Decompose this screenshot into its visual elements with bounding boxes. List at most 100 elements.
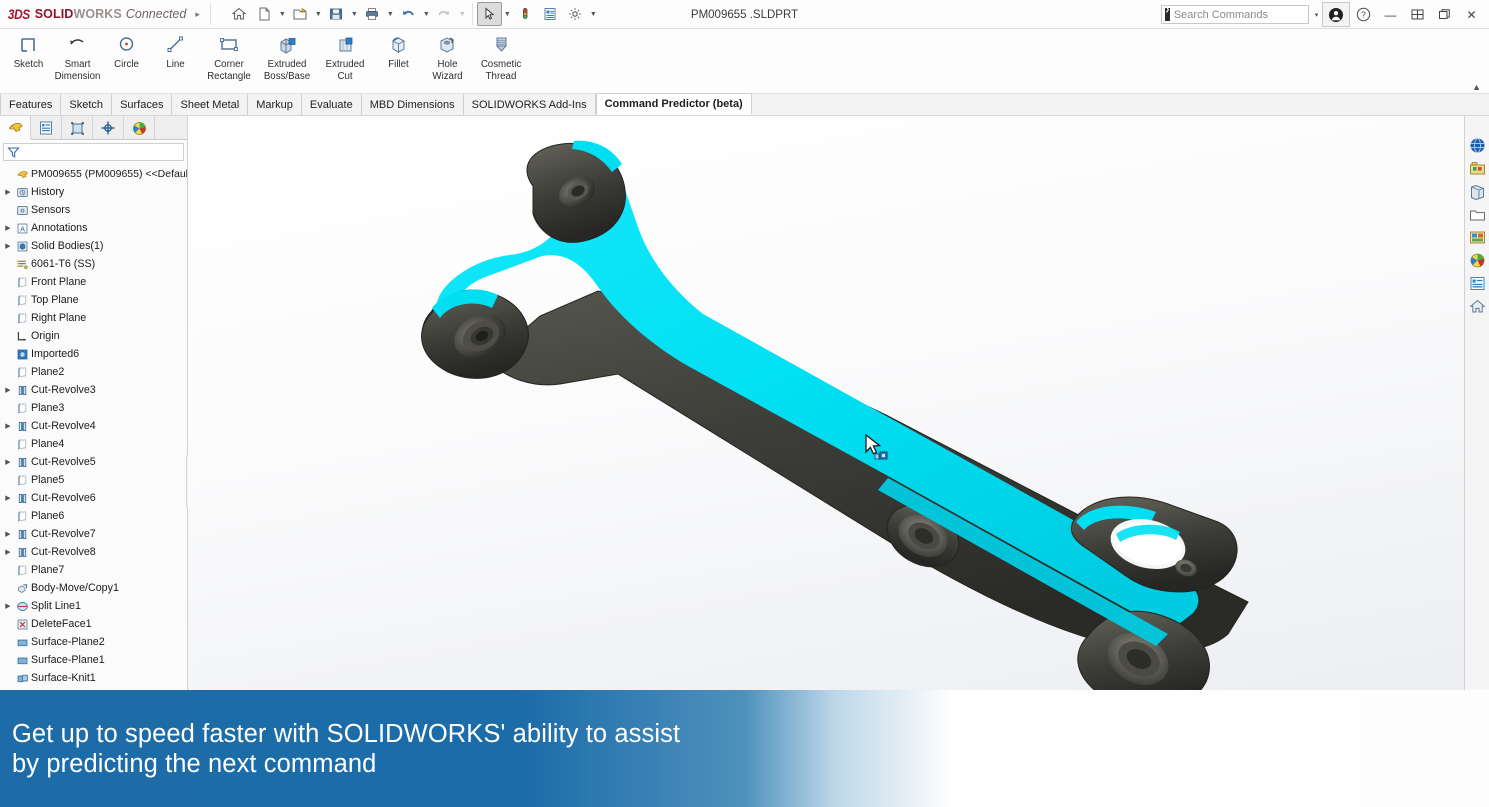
home-task-icon[interactable] <box>1466 296 1488 317</box>
options-caret[interactable]: ▼ <box>588 11 599 18</box>
tree-item-body-move-copy1[interactable]: Body-Move/Copy1 <box>2 579 187 597</box>
part-model-3d[interactable] <box>188 116 1464 691</box>
tree-item-cut-revolve4[interactable]: ▶ Cut-Revolve4 <box>2 417 187 435</box>
tree-item-surface-plane2[interactable]: Surface-Plane2 <box>2 633 187 651</box>
line-button[interactable]: Line <box>151 29 200 89</box>
tree-item-sensors[interactable]: Sensors <box>2 201 187 219</box>
file-properties-icon[interactable] <box>538 2 563 26</box>
help-icon[interactable]: ? <box>1350 0 1377 29</box>
apply-scene-icon[interactable] <box>906 116 926 117</box>
edit-appearance-icon[interactable] <box>885 116 905 117</box>
tab-markup[interactable]: Markup <box>248 94 302 115</box>
display-style-icon[interactable] <box>823 116 843 117</box>
save-icon[interactable] <box>324 2 349 26</box>
expand-arrow-icon[interactable]: ▶ <box>2 188 14 196</box>
open-document-icon[interactable] <box>288 2 313 26</box>
tab-mbd-dimensions[interactable]: MBD Dimensions <box>361 94 464 115</box>
account-avatar[interactable] <box>1322 2 1350 27</box>
smart-dimension-button[interactable]: Smart Dimension <box>53 29 102 89</box>
view-orientation-icon[interactable] <box>792 116 812 117</box>
tree-filter-input[interactable] <box>20 146 180 158</box>
expand-arrow-icon[interactable]: ▶ <box>2 242 14 250</box>
tree-item-split-line1[interactable]: ▶ Split Line1 <box>2 597 187 615</box>
tree-item-plane3[interactable]: Plane3 <box>2 399 187 417</box>
search-dropdown-caret[interactable]: ▾ <box>1311 11 1322 19</box>
tree-item-plane6[interactable]: Plane6 <box>2 507 187 525</box>
custom-properties-icon[interactable] <box>1466 250 1488 271</box>
tree-filter-box[interactable] <box>3 143 184 161</box>
tree-item-annotations[interactable]: ▶ A Annotations <box>2 219 187 237</box>
tree-item-right-plane[interactable]: Right Plane <box>2 309 187 327</box>
expand-arrow-icon[interactable]: ▶ <box>2 386 14 394</box>
extruded-cut-button[interactable]: Extruded Cut <box>316 29 374 89</box>
circle-button[interactable]: Circle <box>102 29 151 89</box>
save-caret[interactable]: ▼ <box>349 11 360 18</box>
sketch-button[interactable]: Sketch <box>4 29 53 89</box>
tree-item-6061-t6-ss[interactable]: 6061-T6 (SS) <box>2 255 187 273</box>
tree-item-surface-plane1[interactable]: Surface-Plane1 <box>2 651 187 669</box>
tree-item-front-plane[interactable]: Front Plane <box>2 273 187 291</box>
undo-icon[interactable] <box>396 2 421 26</box>
close-button[interactable]: ✕ <box>1458 0 1485 29</box>
tree-item-origin[interactable]: Origin <box>2 327 187 345</box>
tree-item-plane7[interactable]: Plane7 <box>2 561 187 579</box>
zoom-to-area-icon[interactable] <box>729 116 749 117</box>
file-explorer-icon[interactable] <box>1466 181 1488 202</box>
select-icon[interactable] <box>476 2 502 26</box>
tree-item-history[interactable]: ▶ History <box>2 183 187 201</box>
zoom-to-fit-icon[interactable] <box>708 116 728 117</box>
new-document-caret[interactable]: ▼ <box>277 11 288 18</box>
tree-item-top-plane[interactable]: Top Plane <box>2 291 187 309</box>
tree-item-cut-revolve6[interactable]: ▶ Cut-Revolve6 <box>2 489 187 507</box>
expand-arrow-icon[interactable]: ▶ <box>2 422 14 430</box>
expand-arrow-icon[interactable]: ▶ <box>2 458 14 466</box>
expand-arrow-icon[interactable]: ▶ <box>2 548 14 556</box>
tree-item-deleteface1[interactable]: DeleteFace1 <box>2 615 187 633</box>
restore-button[interactable] <box>1431 0 1458 29</box>
print-icon[interactable] <box>360 2 385 26</box>
tree-item-plane2[interactable]: Plane2 <box>2 363 187 381</box>
search-input[interactable] <box>1173 8 1316 21</box>
display-manager-tab[interactable] <box>124 116 155 140</box>
options-gear-icon[interactable] <box>563 2 588 26</box>
previous-view-icon[interactable] <box>750 116 770 117</box>
expand-arrow-icon[interactable]: ▶ <box>2 224 14 232</box>
tab-features[interactable]: Features <box>0 94 62 115</box>
print-caret[interactable]: ▼ <box>385 11 396 18</box>
expand-arrow-icon[interactable]: ▶ <box>2 494 14 502</box>
tree-root-item[interactable]: PM009655 (PM009655) <<Default>_Disp <box>2 165 187 183</box>
3dexperience-icon[interactable] <box>1466 135 1488 156</box>
tree-item-cut-revolve5[interactable]: ▶ Cut-Revolve5 <box>2 453 187 471</box>
home-icon[interactable] <box>227 2 252 26</box>
tab-command-predictor[interactable]: Command Predictor (beta) <box>595 93 752 115</box>
hide-show-items-icon[interactable] <box>854 116 874 117</box>
tree-item-cut-revolve7[interactable]: ▶ Cut-Revolve7 <box>2 525 187 543</box>
tab-sheet-metal[interactable]: Sheet Metal <box>172 94 249 115</box>
search-commands-box[interactable]: ❯_ <box>1161 5 1316 24</box>
fillet-button[interactable]: Fillet <box>374 29 423 89</box>
dimxpert-manager-tab[interactable] <box>93 116 124 140</box>
properties-list-icon[interactable] <box>1466 273 1488 294</box>
chevron-right-icon[interactable]: ▸ <box>195 9 200 20</box>
appearances-scenes-icon[interactable] <box>1466 227 1488 248</box>
new-document-icon[interactable] <box>252 2 277 26</box>
tree-item-imported6[interactable]: Imported6 <box>2 345 187 363</box>
property-manager-tab[interactable] <box>31 116 62 140</box>
tile-button[interactable] <box>1404 0 1431 29</box>
hole-wizard-button[interactable]: Hole Wizard <box>423 29 472 89</box>
tree-item-surface-knit1[interactable]: Surface-Knit1 <box>2 669 187 687</box>
tab-solidworks-add-ins[interactable]: SOLIDWORKS Add-Ins <box>463 94 596 115</box>
corner-rectangle-button[interactable]: Corner Rectangle <box>200 29 258 89</box>
tree-item-cut-revolve3[interactable]: ▶ Cut-Revolve3 <box>2 381 187 399</box>
tab-surfaces[interactable]: Surfaces <box>112 94 173 115</box>
tree-item-plane4[interactable]: Plane4 <box>2 435 187 453</box>
feature-tree-tab[interactable] <box>0 116 31 140</box>
section-view-icon[interactable] <box>771 116 791 117</box>
open-document-caret[interactable]: ▼ <box>313 11 324 18</box>
cosmetic-thread-button[interactable]: Cosmetic Thread <box>472 29 530 89</box>
view-palette-icon[interactable] <box>1466 204 1488 225</box>
expand-arrow-icon[interactable]: ▶ <box>2 602 14 610</box>
configuration-manager-tab[interactable] <box>62 116 93 140</box>
brand-logo-group[interactable]: 3DS SOLID WORKS Connected ▸ <box>0 0 206 29</box>
rebuild-icon[interactable] <box>513 2 538 26</box>
